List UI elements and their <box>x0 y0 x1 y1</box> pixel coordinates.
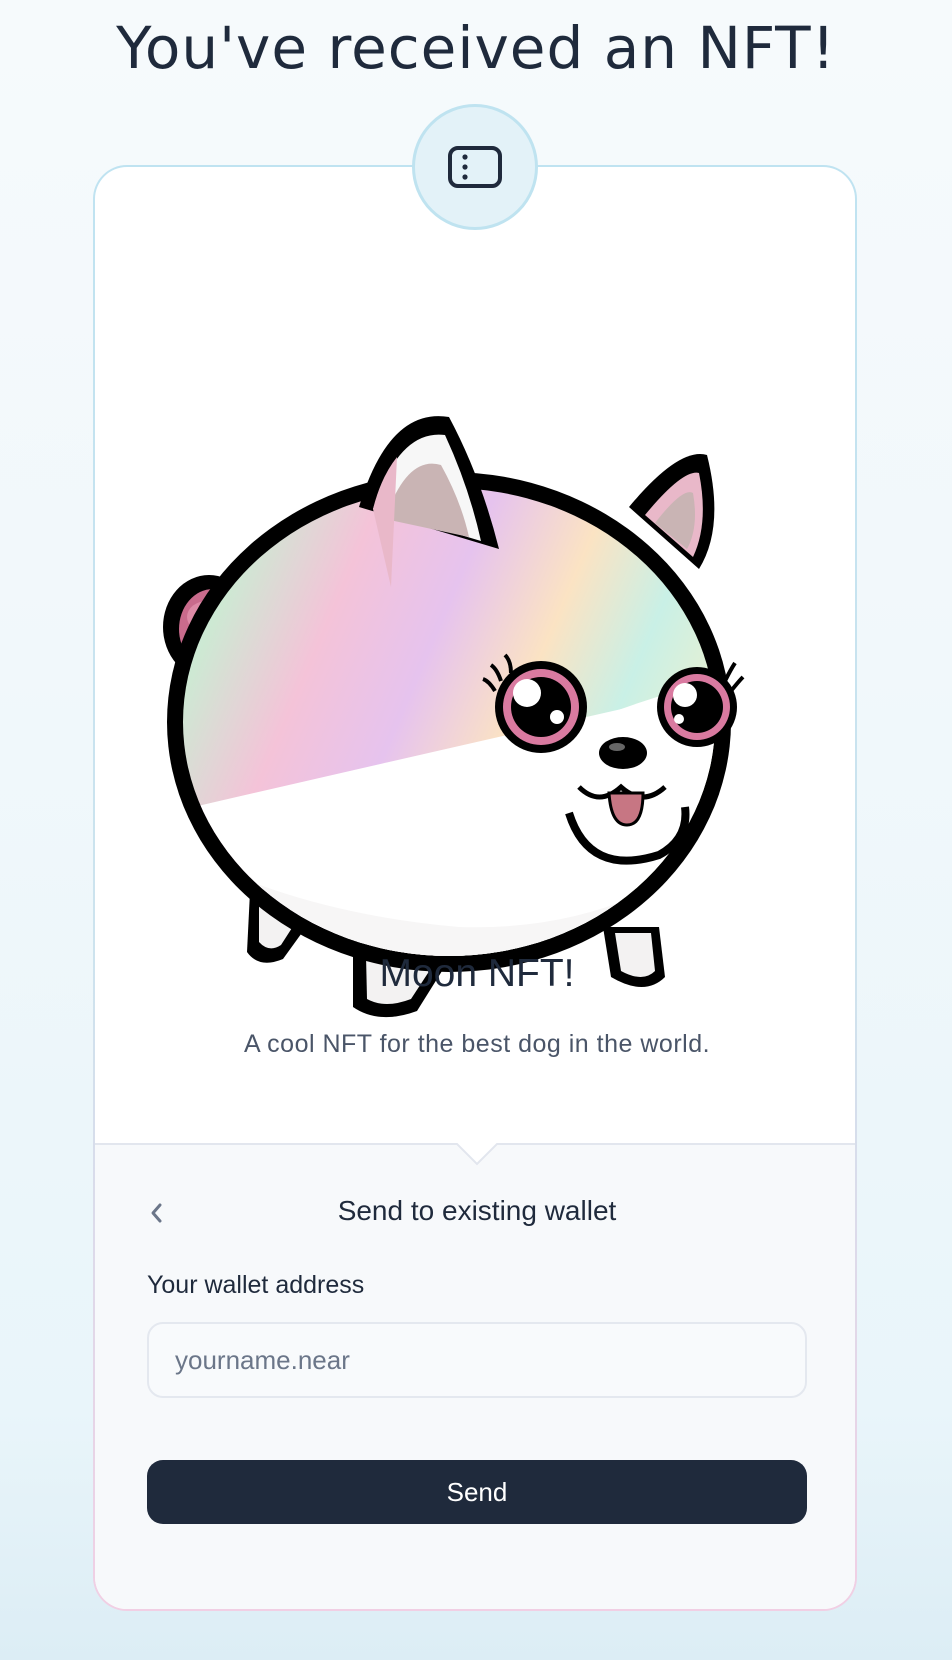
pomeranian-dog-illustration <box>163 416 745 1018</box>
send-button[interactable]: Send <box>147 1460 807 1524</box>
wallet-address-label: Your wallet address <box>147 1271 365 1299</box>
wallet-address-input[interactable] <box>147 1322 807 1398</box>
nft-badge <box>412 104 538 230</box>
sidebar-panel-icon <box>448 146 502 188</box>
page-title: You've received an NFT! <box>116 14 836 82</box>
nft-name: Moon NFT! <box>379 952 575 995</box>
send-panel-title: Send to existing wallet <box>337 1195 617 1226</box>
nft-image <box>159 287 795 1057</box>
nft-card: Moon NFT! A cool NFT for the best dog in… <box>93 165 857 1611</box>
send-panel: Send to existing wallet Your wallet addr… <box>95 1143 855 1609</box>
nft-description: A cool NFT for the best dog in the world… <box>243 1030 711 1058</box>
